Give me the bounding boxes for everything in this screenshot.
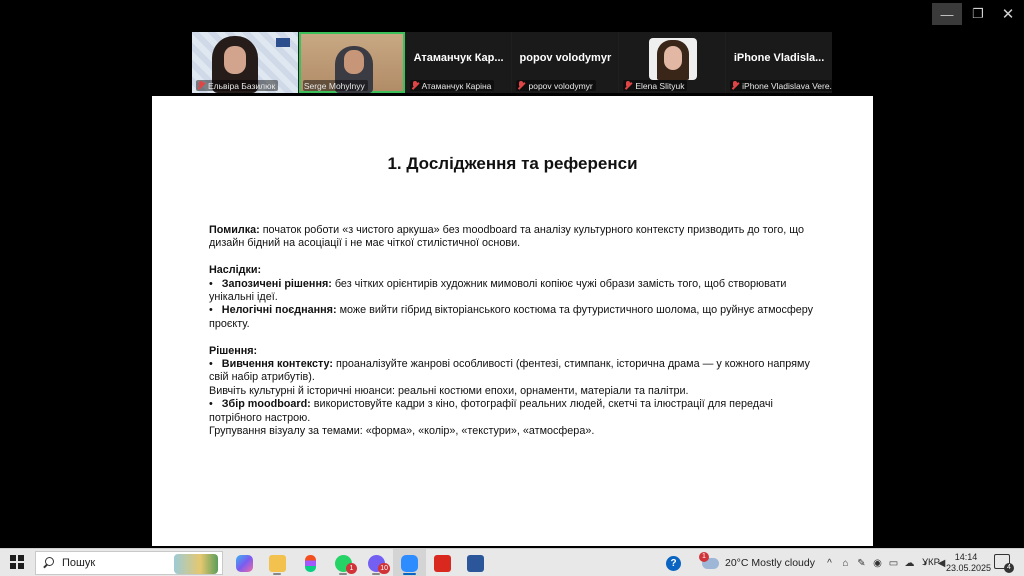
zoom-app[interactable] — [393, 549, 426, 576]
muted-mic-icon — [624, 81, 632, 90]
show-hidden-icons-icon[interactable]: ^ — [824, 558, 835, 569]
participant-display-name: iPhone Vladisla... — [733, 52, 825, 64]
weather-text: 20°C Mostly cloudy — [725, 557, 815, 569]
participant-tile[interactable]: popov volodymyr popov volodymyr — [512, 32, 619, 93]
word-app[interactable] — [459, 549, 492, 576]
participant-name: popov volodymyr — [528, 80, 593, 91]
consequences-heading: Наслідки: — [209, 264, 262, 277]
muted-mic-icon — [197, 81, 205, 90]
search-icon — [42, 557, 54, 569]
clock-time: 14:14 — [954, 552, 978, 562]
muted-mic-icon — [517, 81, 525, 90]
language-indicator[interactable]: УКР — [922, 557, 940, 568]
microphone-icon[interactable]: ◉ — [872, 558, 883, 569]
usb-icon[interactable]: ⌂ — [840, 558, 851, 569]
pen-icon[interactable]: ✎ — [856, 558, 867, 569]
solution-note: Вивчіть культурні й історичні нюанси: ре… — [209, 384, 689, 397]
participant-name: Атаманчук Каріна — [421, 80, 492, 91]
consequence-item: • Нелогічні поєднання: може вийти гібрид… — [209, 304, 814, 330]
participant-display-name: Атаманчук Кар... — [413, 52, 504, 64]
minimize-button[interactable]: — — [932, 3, 962, 25]
start-button[interactable] — [10, 555, 24, 569]
participant-tile-active-speaker[interactable]: Serge Mohylnyy — [298, 32, 405, 93]
participant-tile[interactable]: iPhone Vladisla... iPhone Vladislava Ver… — [726, 32, 832, 93]
figma-app[interactable] — [294, 549, 327, 576]
participant-name: Serge Mohylnyy — [303, 80, 365, 91]
cloud-icon: 1 — [699, 551, 719, 569]
battery-icon[interactable]: ▭ — [888, 558, 899, 569]
clock-date: 23.05.2025 — [946, 563, 992, 573]
taskbar: Пошук 1 10 ? 1 20°C Mostly cloudy ^ ⌂ ✎ … — [0, 548, 1024, 576]
notifications-count: 4 — [1004, 563, 1014, 573]
solution-item: • Вивчення контексту: проаналізуйте жанр… — [209, 358, 810, 384]
participant-strip: Ельвіра Базилюк Serge Mohylnyy Атаманчук… — [192, 32, 832, 93]
muted-mic-icon — [411, 81, 419, 90]
solution-item: • Збір moodboard: використовуйте кадри з… — [209, 398, 773, 424]
taskbar-search[interactable]: Пошук — [35, 551, 223, 575]
error-paragraph: Помилка: початок роботи «з чистого аркуш… — [209, 224, 804, 250]
acrobat-app[interactable] — [426, 549, 459, 576]
solution-note: Групування візуалу за темами: «форма», «… — [209, 425, 595, 438]
file-explorer-app[interactable] — [261, 549, 294, 576]
participant-tile[interactable]: Ельвіра Базилюк — [192, 32, 298, 93]
solution-heading: Рішення: — [209, 344, 258, 357]
participant-name: Elena Slityuk — [635, 80, 685, 91]
participant-tile[interactable]: Elena Slityuk — [619, 32, 726, 93]
copilot-app[interactable] — [228, 549, 261, 576]
word-icon — [467, 554, 484, 572]
clock[interactable]: 14:14 23.05.2025 — [946, 552, 992, 574]
help-icon[interactable]: ? — [666, 556, 681, 571]
logo-icon — [275, 38, 290, 47]
copilot-icon — [236, 554, 253, 572]
figma-icon — [305, 554, 316, 572]
folder-icon — [269, 554, 286, 572]
notifications-icon[interactable]: 4 — [994, 554, 1014, 573]
participant-name: Ельвіра Базилюк — [208, 80, 276, 91]
participant-name: iPhone Vladislava Vere... — [742, 80, 832, 91]
viber-badge: 10 — [378, 563, 390, 574]
pdf-icon — [434, 554, 451, 572]
whatsapp-badge: 1 — [346, 563, 357, 574]
viber-app[interactable]: 10 — [360, 549, 393, 576]
shared-slide: 1. Дослідження та референси Помилка: поч… — [152, 96, 873, 546]
weather-widget[interactable]: 1 20°C Mostly cloudy — [699, 549, 815, 576]
zoom-icon — [401, 554, 418, 572]
muted-mic-icon — [731, 81, 739, 90]
slide-title: 1. Дослідження та референси — [387, 154, 638, 173]
search-placeholder: Пошук — [62, 557, 96, 569]
weather-badge: 1 — [699, 551, 709, 562]
participant-display-name: popov volodymyr — [519, 52, 612, 64]
taskbar-apps: 1 10 — [228, 549, 492, 576]
onedrive-icon[interactable]: ☁ — [904, 558, 915, 569]
restore-button[interactable]: ❐ — [965, 3, 991, 25]
whatsapp-app[interactable]: 1 — [327, 549, 360, 576]
slide-body: Помилка: початок роботи «з чистого аркуш… — [209, 224, 819, 438]
participant-tile[interactable]: Атаманчук Кар... Атаманчук Каріна — [405, 32, 512, 93]
consequence-item: • Запозичені рішення: без чітких орієнти… — [209, 277, 787, 304]
participant-video — [649, 38, 698, 80]
search-highlight-image — [174, 554, 218, 574]
close-button[interactable]: ✕ — [995, 3, 1021, 25]
